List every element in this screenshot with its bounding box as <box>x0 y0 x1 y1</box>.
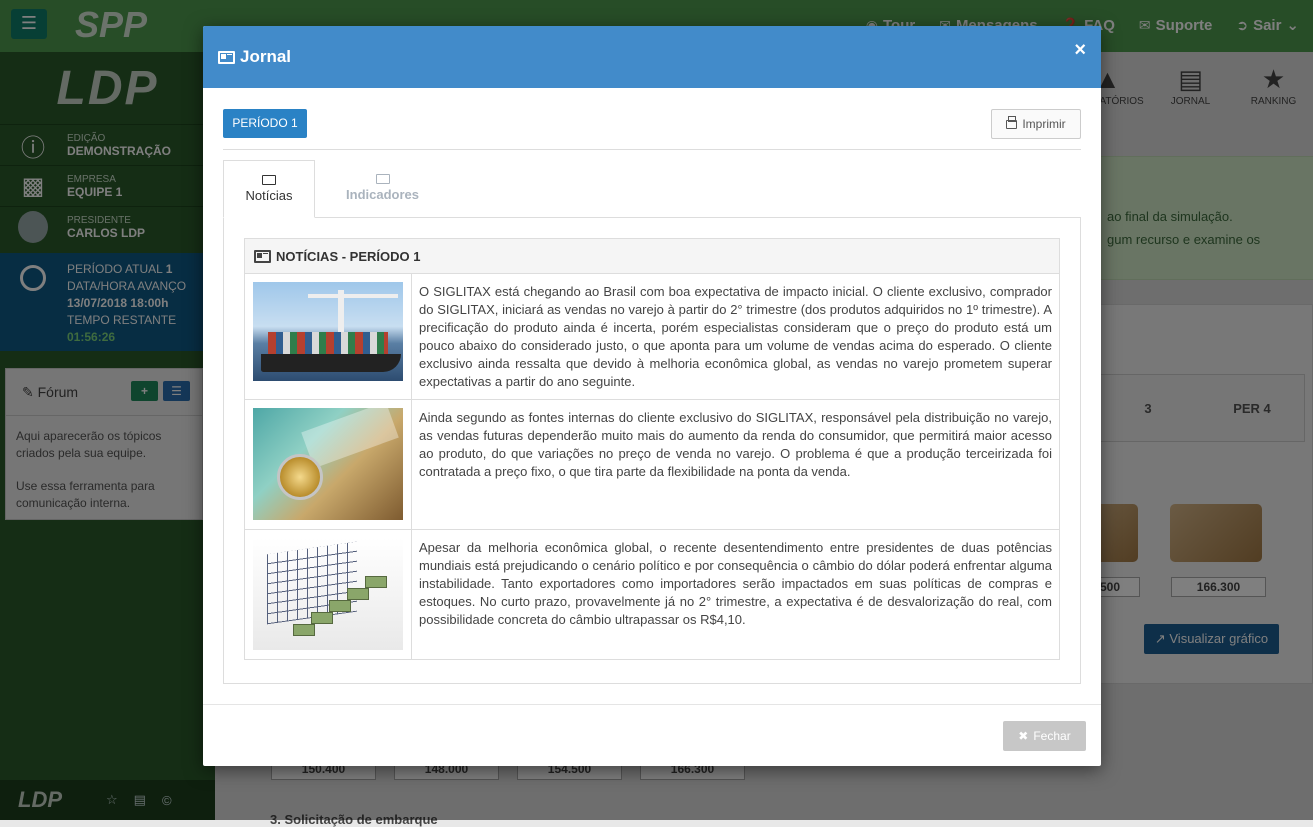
printer-icon <box>1006 115 1018 129</box>
news-item: O SIGLITAX está chegando ao Brasil com b… <box>245 274 1059 400</box>
modal-title: Jornal <box>240 47 292 66</box>
period-button[interactable]: PERÍODO 1 <box>223 109 307 138</box>
cargo-ship-image <box>253 282 403 381</box>
news-text: Ainda segundo as fontes internas do clie… <box>419 410 1052 479</box>
modal-body: PERÍODO 1 Imprimir Notícias Indicadores … <box>203 88 1101 704</box>
news-item: Apesar da melhoria econômica global, o r… <box>245 530 1059 659</box>
newspaper-icon <box>262 175 276 185</box>
divider <box>223 149 1081 150</box>
news-item: Ainda segundo as fontes internas do clie… <box>245 400 1059 530</box>
print-button[interactable]: Imprimir <box>991 109 1081 139</box>
noticias-pane: NOTÍCIAS - PERÍODO 1 O SIGLITAX está che… <box>223 217 1081 684</box>
modal-header: Jornal × <box>203 26 1101 88</box>
news-text: O SIGLITAX está chegando ao Brasil com b… <box>419 284 1052 389</box>
jornal-modal: Jornal × PERÍODO 1 Imprimir Notícias Ind… <box>203 26 1101 766</box>
newspaper-icon <box>254 249 271 263</box>
close-icon: ✖ <box>1018 729 1029 743</box>
news-table-header: NOTÍCIAS - PERÍODO 1 <box>245 239 1059 274</box>
money-coins-image <box>253 408 403 520</box>
close-icon[interactable]: × <box>1074 39 1086 62</box>
tab-bar: Notícias Indicadores <box>223 160 1081 218</box>
tab-noticias[interactable]: Notícias <box>223 160 315 218</box>
modal-footer: ✖ Fechar <box>203 704 1101 766</box>
table-icon <box>375 174 390 184</box>
news-text: Apesar da melhoria econômica global, o r… <box>419 540 1052 627</box>
tab-indicadores[interactable]: Indicadores <box>315 160 450 218</box>
news-table: NOTÍCIAS - PERÍODO 1 O SIGLITAX está che… <box>244 238 1060 660</box>
close-button[interactable]: ✖ Fechar <box>1003 721 1086 751</box>
money-stairs-chart-image <box>253 538 403 650</box>
newspaper-icon <box>218 50 235 64</box>
